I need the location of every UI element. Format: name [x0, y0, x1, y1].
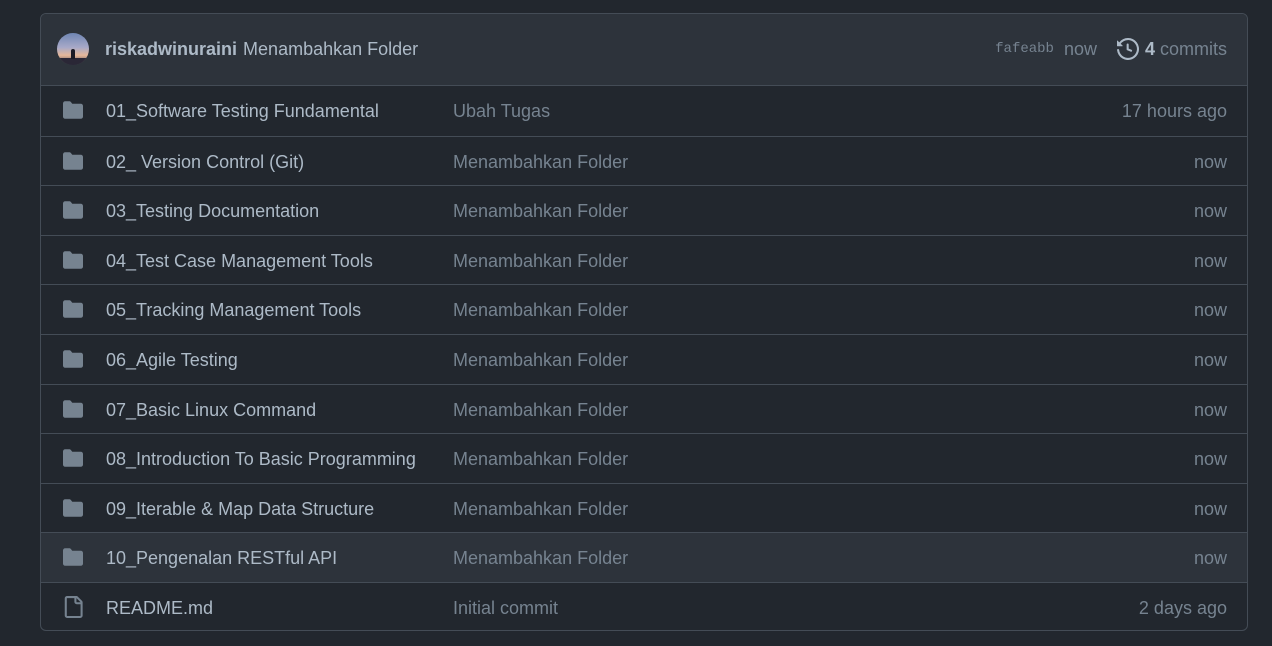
file-browser: riskadwinuraini Menambahkan Folder fafeab…: [40, 13, 1248, 631]
folder-icon: [61, 448, 85, 468]
last-commit-message-link[interactable]: Menambahkan Folder: [453, 349, 628, 371]
commit-meta: fafeabb now 4 commits: [995, 38, 1227, 60]
file-name-link[interactable]: 10_Pengenalan RESTful API: [106, 547, 337, 569]
folder-icon: [61, 299, 85, 319]
commit-author[interactable]: riskadwinuraini: [105, 39, 237, 59]
folder-row[interactable]: 02_ Version Control (Git) Menambahkan Fol…: [41, 135, 1247, 186]
last-commit-message-link[interactable]: Menambahkan Folder: [453, 299, 628, 321]
last-commit-age: now: [1193, 548, 1227, 569]
last-commit-message-link[interactable]: Menambahkan Folder: [453, 399, 628, 421]
folder-icon: [61, 399, 85, 419]
folder-row[interactable]: 05_Tracking Management Tools Menambahkan …: [41, 284, 1247, 334]
last-commit-age: 17 hours ago: [1121, 101, 1227, 121]
last-commit-age: now: [1193, 449, 1227, 470]
last-commit-message-link[interactable]: Menambahkan Folder: [453, 200, 628, 222]
last-commit-message-link[interactable]: Initial commit: [453, 597, 558, 619]
last-commit-message-link[interactable]: Ubah Tugas: [453, 100, 550, 122]
folder-icon: [61, 498, 85, 518]
file-name-link[interactable]: 09_Iterable & Map Data Structure: [106, 498, 374, 520]
file-name-link[interactable]: 07_Basic Linux Command: [106, 399, 316, 421]
folder-row[interactable]: 10_Pengenalan RESTful API Menambahkan Fol…: [41, 532, 1247, 582]
commits-label: commits: [1160, 38, 1227, 59]
folder-row[interactable]: 01_Software Testing Fundamental Ubah Tuga…: [41, 86, 1247, 136]
folder-icon: [61, 151, 85, 171]
last-commit-age: now: [1193, 300, 1227, 321]
file-icon: [61, 595, 85, 618]
folder-icon: [61, 100, 85, 120]
folder-row[interactable]: 07_Basic Linux Command Menambahkan Folder…: [41, 383, 1247, 434]
last-commit-message-link[interactable]: Menambahkan Folder: [453, 498, 628, 520]
folder-icon: [61, 547, 85, 567]
file-name-link[interactable]: 03_Testing Documentation: [106, 200, 319, 222]
last-commit-age: now: [1193, 498, 1227, 519]
last-commit-age: now: [1193, 250, 1227, 271]
file-name-link[interactable]: 02_ Version Control (Git): [106, 151, 304, 173]
folder-icon: [61, 349, 85, 369]
commits-count: 4: [1144, 38, 1155, 59]
commit-sha[interactable]: fafeabb: [995, 41, 1054, 57]
commit-title[interactable]: Menambahkan Folder: [243, 39, 418, 59]
file-name-link[interactable]: 06_Agile Testing: [106, 349, 238, 371]
folder-row[interactable]: 04_Test Case Management Tools Menambahkan…: [41, 234, 1247, 285]
latest-commit-bar: riskadwinuraini Menambahkan Folder fafeab…: [41, 14, 1247, 86]
folder-icon: [61, 200, 85, 220]
folder-icon: [61, 250, 85, 270]
file-name-link[interactable]: 01_Software Testing Fundamental: [106, 100, 379, 122]
author-avatar[interactable]: [57, 33, 89, 65]
last-commit-message-link[interactable]: Menambahkan Folder: [453, 250, 628, 272]
folder-row[interactable]: 06_Agile Testing Menambahkan Folder now: [41, 333, 1247, 384]
last-commit-message-link[interactable]: Menambahkan Folder: [453, 547, 628, 569]
folder-row[interactable]: 03_Testing Documentation Menambahkan Fold…: [41, 185, 1247, 235]
file-name-link[interactable]: 05_Tracking Management Tools: [106, 299, 361, 321]
last-commit-age: 2 days ago: [1138, 597, 1227, 618]
last-commit-age: now: [1193, 349, 1227, 370]
file-name-link[interactable]: 04_Test Case Management Tools: [106, 250, 373, 272]
folder-row[interactable]: 08_Introduction To Basic Programming Mena…: [41, 433, 1247, 483]
file-list: 01_Software Testing Fundamental Ubah Tuga…: [41, 86, 1247, 630]
history-icon: [1116, 38, 1139, 60]
last-commit-age: now: [1193, 151, 1227, 172]
commit-time: now: [1063, 38, 1097, 59]
last-commit-age: now: [1193, 399, 1227, 420]
file-name-link[interactable]: README.md: [106, 597, 213, 619]
folder-row[interactable]: 09_Iterable & Map Data Structure Menambah…: [41, 482, 1247, 533]
file-row[interactable]: README.md Initial commit 2 days ago: [41, 581, 1247, 630]
latest-commit-message: riskadwinuraini Menambahkan Folder: [105, 38, 418, 60]
last-commit-age: now: [1193, 201, 1227, 222]
last-commit-message-link[interactable]: Menambahkan Folder: [453, 151, 628, 173]
last-commit-message-link[interactable]: Menambahkan Folder: [453, 448, 628, 470]
commits-history-link[interactable]: 4 commits: [1116, 38, 1227, 60]
file-name-link[interactable]: 08_Introduction To Basic Programming: [106, 448, 416, 470]
